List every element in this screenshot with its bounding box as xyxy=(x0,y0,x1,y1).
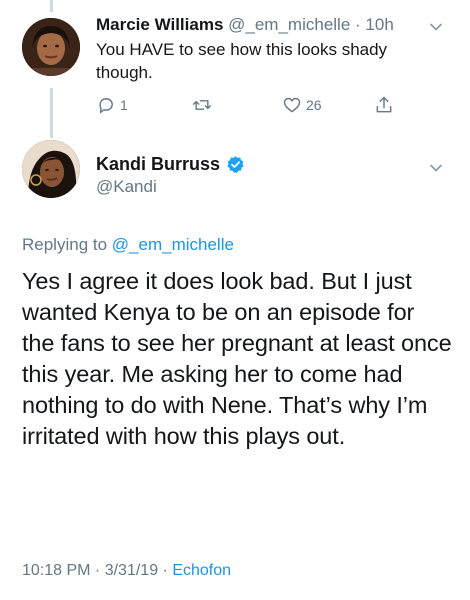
tweet-timestamp[interactable]: 10:18 PM · 3/31/19 · xyxy=(22,562,168,579)
author-name[interactable]: Kandi Burruss xyxy=(96,152,220,176)
share-button[interactable] xyxy=(374,92,394,118)
reply-count: 1 xyxy=(120,97,128,113)
chevron-down-icon[interactable] xyxy=(428,19,444,35)
reply-icon xyxy=(99,98,113,114)
parent-tweet-header: Marcie Williams @_em_michelle · 10h xyxy=(96,14,394,36)
chevron-down-icon[interactable] xyxy=(428,160,444,176)
replying-to-label: Replying to xyxy=(22,235,108,254)
avatar[interactable] xyxy=(22,18,80,76)
tweet-actions: 1 26 xyxy=(96,92,426,118)
verified-badge-icon xyxy=(227,155,244,173)
tweet-thread: Marcie Williams @_em_michelle · 10h You … xyxy=(0,0,470,600)
retweet-icon xyxy=(192,100,212,110)
meta-separator: · xyxy=(355,15,361,34)
retweet-button[interactable] xyxy=(192,92,212,118)
reply-button[interactable]: 1 xyxy=(96,92,128,118)
tweet-source[interactable]: Echofon xyxy=(172,562,231,579)
author-name-row[interactable]: Kandi Burruss xyxy=(96,152,245,176)
author-name[interactable]: Marcie Williams xyxy=(96,15,223,34)
author-handle[interactable]: @Kandi xyxy=(96,176,157,198)
share-icon xyxy=(376,96,392,113)
author-handle[interactable]: @_em_michelle xyxy=(228,15,350,34)
like-icon xyxy=(283,97,301,113)
parent-tweet-text: You HAVE to see how this looks shady tho… xyxy=(96,40,388,82)
tweet-time[interactable]: 10h xyxy=(365,15,393,34)
tweet-text: Yes I agree it does look bad. But I just… xyxy=(22,268,452,449)
replying-to-line: Replying to @_em_michelle xyxy=(22,234,234,256)
replying-to-mention[interactable]: @_em_michelle xyxy=(112,235,234,254)
thread-connector xyxy=(50,88,53,138)
tweet-metadata: 10:18 PM · 3/31/19 · Echofon xyxy=(22,560,231,582)
like-button[interactable]: 26 xyxy=(282,92,322,118)
avatar[interactable] xyxy=(22,140,80,198)
like-count: 26 xyxy=(306,97,322,113)
parent-tweet[interactable]: Marcie Williams @_em_michelle · 10h You … xyxy=(0,0,470,140)
